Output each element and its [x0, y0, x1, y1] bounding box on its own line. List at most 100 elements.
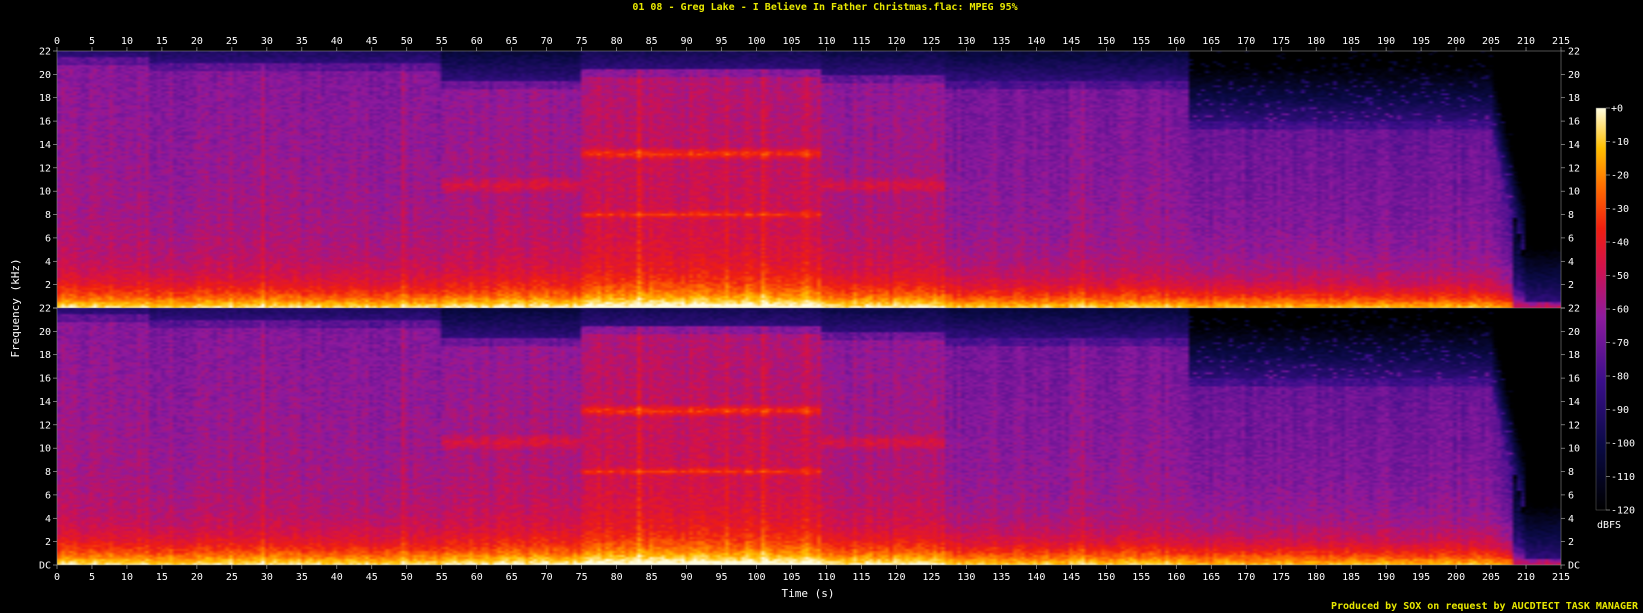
colorbar-tick-label: -40 — [1611, 238, 1629, 249]
x-tick-label: 25 — [226, 572, 238, 583]
y-tick-label: 10 — [39, 444, 51, 455]
x-tick-label: 140 — [1027, 36, 1045, 47]
y-tick-label: 12 — [39, 163, 51, 174]
x-tick-label: 185 — [1342, 36, 1360, 47]
x-tick-label: 75 — [576, 572, 588, 583]
y-tick-label: 12 — [39, 420, 51, 431]
colorbar-tick-label: -70 — [1611, 338, 1629, 349]
x-tick-label: 190 — [1377, 572, 1395, 583]
x-tick-label: 40 — [331, 36, 343, 47]
colorbar-tick-label: -20 — [1611, 171, 1629, 182]
x-tick-label: 215 — [1552, 36, 1570, 47]
y-tick-label: 14 — [1568, 140, 1580, 151]
colorbar: dBFS +0 -10 -20 -30 -40 -50 -60 -70 -80 -90 -100 -1… — [1595, 104, 1635, 531]
x-tick-label: 35 — [296, 36, 308, 47]
x-tick-label: 205 — [1482, 572, 1500, 583]
colorbar-tick-label: -120 — [1611, 506, 1635, 517]
colorbar-tick-label: -50 — [1611, 271, 1629, 282]
x-tick-label: 55 — [436, 572, 448, 583]
x-tick-label: 90 — [681, 36, 693, 47]
colorbar-tick-label: -90 — [1611, 405, 1629, 416]
x-tick-label: 5 — [89, 36, 95, 47]
x-tick-label: 50 — [401, 572, 413, 583]
x-tick-label: 130 — [957, 572, 975, 583]
x-tick-label: 10 — [121, 36, 133, 47]
x-tick-label: 35 — [296, 572, 308, 583]
x-tick-label: 155 — [1132, 36, 1150, 47]
y-tick-label: 22 — [1568, 304, 1580, 315]
x-tick-label: 180 — [1307, 572, 1325, 583]
x-tick-label: 205 — [1482, 36, 1500, 47]
x-tick-label: 90 — [681, 572, 693, 583]
y-tick-label: 22 — [39, 304, 51, 315]
y-tick-label: 18 — [39, 93, 51, 104]
x-tick-label: 195 — [1412, 572, 1430, 583]
x-tick-label: 15 — [156, 36, 168, 47]
x-tick-label: 200 — [1447, 36, 1465, 47]
x-tick-label: 30 — [261, 36, 273, 47]
x-tick-label: 75 — [576, 36, 588, 47]
x-tick-label: 100 — [748, 36, 766, 47]
x-tick-label: 95 — [716, 36, 728, 47]
x-tick-label: 95 — [716, 572, 728, 583]
y-tick-label: 2 — [45, 280, 51, 291]
x-tick-label: 210 — [1517, 572, 1535, 583]
x-tick-label: 165 — [1202, 572, 1220, 583]
x-tick-label: 50 — [401, 36, 413, 47]
x-tick-label: 60 — [471, 36, 483, 47]
spectrogram-channel-1 — [57, 51, 1561, 308]
y-tick-label: 22 — [1568, 47, 1580, 58]
x-tick-label: 0 — [54, 572, 60, 583]
x-tick-label: 65 — [506, 36, 518, 47]
x-tick-label: 130 — [957, 36, 975, 47]
y-tick-label: 16 — [39, 374, 51, 385]
y-tick-label: 16 — [1568, 374, 1580, 385]
y-tick-label: 14 — [1568, 397, 1580, 408]
y-tick-label: 20 — [39, 327, 51, 338]
y-tick-label: 2 — [1568, 280, 1574, 291]
x-tick-label: 195 — [1412, 36, 1430, 47]
y-tick-label: 10 — [1568, 187, 1580, 198]
x-tick-label: 170 — [1237, 36, 1255, 47]
footer-credit: Produced by SOX on request by AUCDTECT T… — [1331, 601, 1639, 612]
y-tick-label: 10 — [39, 187, 51, 198]
x-axis-label: Time (s) — [782, 587, 835, 600]
x-tick-label: 5 — [89, 572, 95, 583]
y-tick-label: 2 — [45, 537, 51, 548]
x-tick-label: 125 — [922, 36, 940, 47]
y-axis-label: Frequency (kHz) — [9, 258, 22, 357]
x-tick-label: 20 — [191, 572, 203, 583]
x-tick-label: 145 — [1062, 572, 1080, 583]
y-tick-label: 4 — [1568, 257, 1574, 268]
x-tick-label: 180 — [1307, 36, 1325, 47]
x-tick-label: 160 — [1167, 572, 1185, 583]
x-tick-label: 85 — [646, 572, 658, 583]
y-tick-label: 4 — [45, 257, 51, 268]
x-tick-label: 45 — [366, 572, 378, 583]
x-tick-label: 80 — [611, 36, 623, 47]
x-tick-label: 120 — [887, 572, 905, 583]
y-tick-label: 22 — [39, 47, 51, 58]
x-tick-label: 185 — [1342, 572, 1360, 583]
y-tick-label: DC — [1568, 561, 1580, 572]
y-tick-label: 18 — [1568, 93, 1580, 104]
x-tick-label: 110 — [817, 572, 835, 583]
y-tick-label: 8 — [1568, 210, 1574, 221]
x-tick-label: 30 — [261, 572, 273, 583]
y-tick-label: 8 — [45, 467, 51, 478]
y-tick-label: 14 — [39, 140, 51, 151]
y-tick-label: 12 — [1568, 420, 1580, 431]
y-tick-label: 6 — [45, 490, 51, 501]
y-tick-label: 18 — [1568, 350, 1580, 361]
colorbar-tick-label: +0 — [1611, 104, 1623, 115]
x-tick-label: 20 — [191, 36, 203, 47]
y-tick-label: 6 — [45, 233, 51, 244]
colorbar-tick-label: -10 — [1611, 137, 1629, 148]
x-tick-label: 190 — [1377, 36, 1395, 47]
x-tick-label: 85 — [646, 36, 658, 47]
y-tick-label: 8 — [1568, 467, 1574, 478]
y-tick-label: 8 — [45, 210, 51, 221]
y-tick-label: 12 — [1568, 163, 1580, 174]
x-tick-label: 110 — [817, 36, 835, 47]
y-tick-label: 16 — [39, 117, 51, 128]
